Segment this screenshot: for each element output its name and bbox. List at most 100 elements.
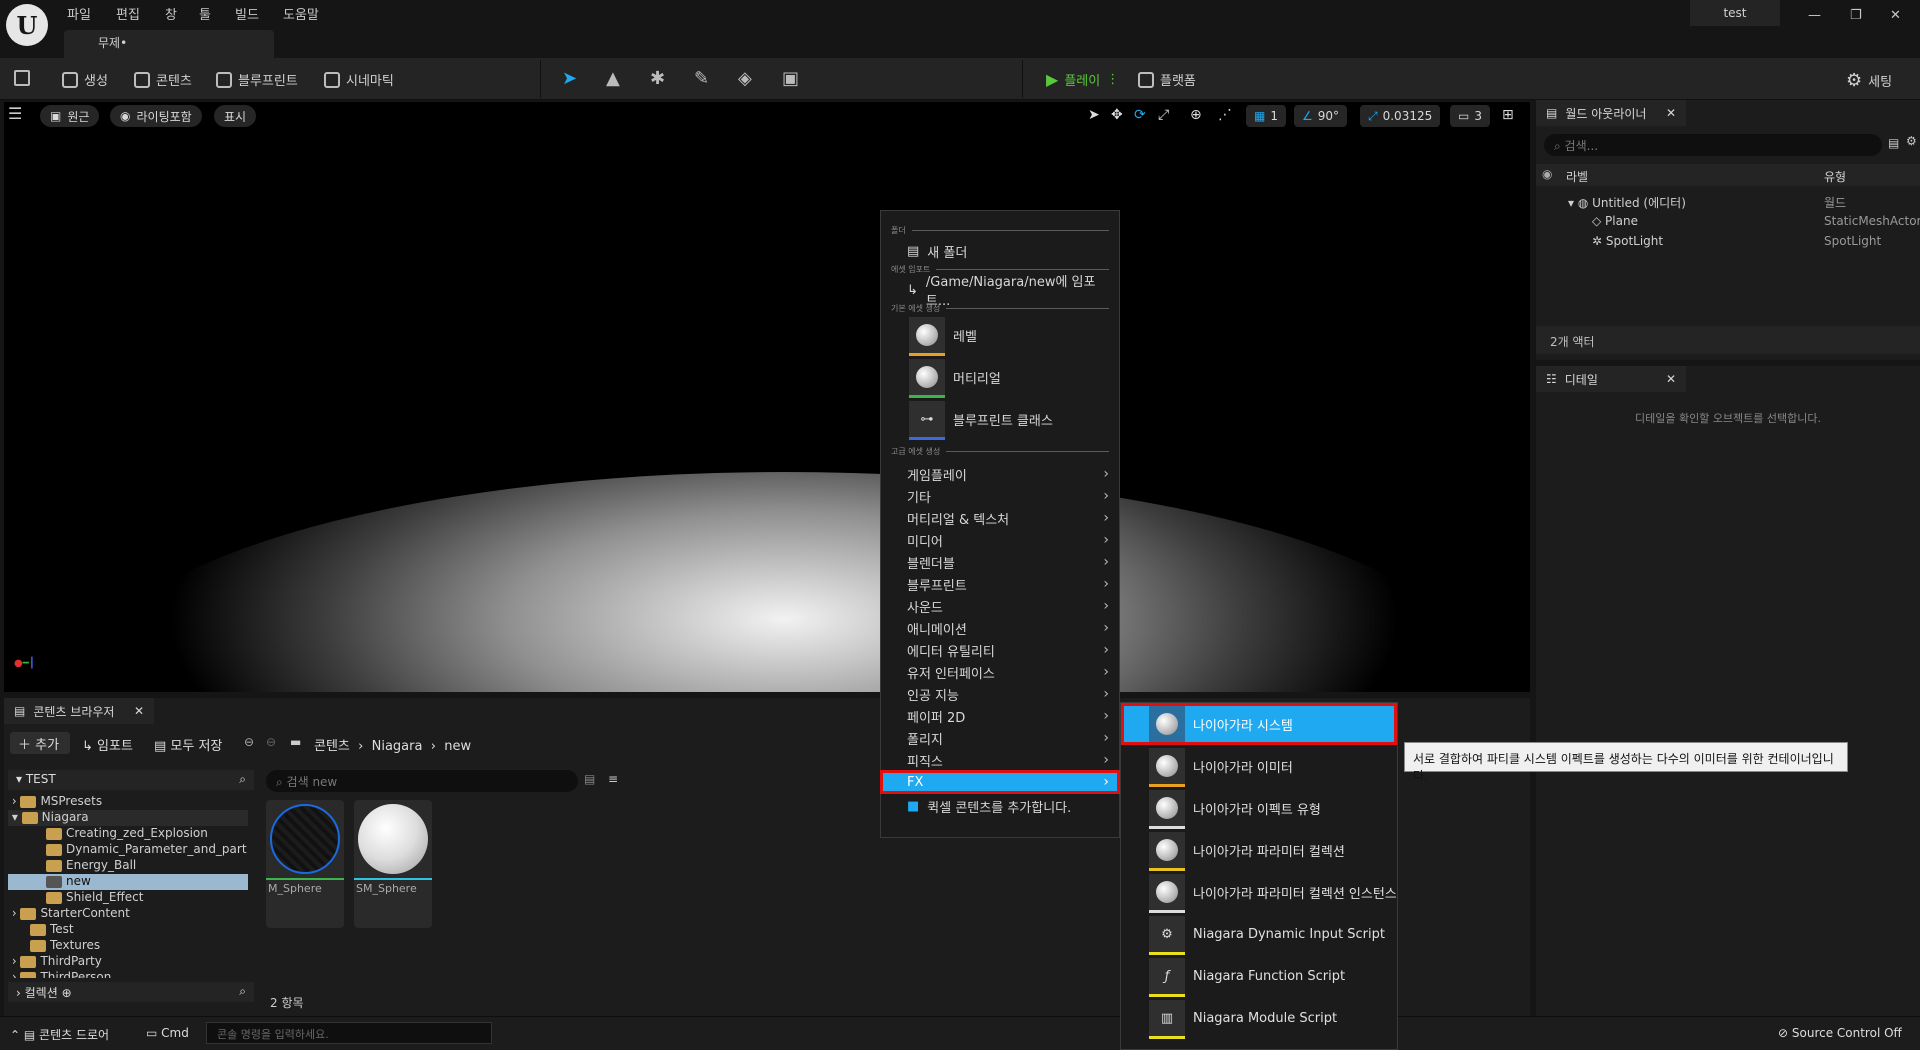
tree-item[interactable]: › ThirdPerson <box>8 970 248 978</box>
world-space-icon[interactable]: ⊕ <box>1190 107 1202 123</box>
layout-icon[interactable]: ⊞ <box>1502 107 1514 123</box>
create-button[interactable]: 생성 <box>62 70 108 89</box>
fracture-mode-icon[interactable]: ◈ <box>738 68 752 89</box>
tree-item[interactable]: ▾ Niagara <box>8 810 248 826</box>
select-mode-icon[interactable]: ➤ <box>562 68 577 89</box>
unreal-logo-icon[interactable]: U <box>6 4 48 46</box>
show-button[interactable]: 표시 <box>214 105 257 127</box>
save-icon[interactable] <box>14 70 30 86</box>
menu-import[interactable]: ↳/Game/Niagara/new에 임포트... <box>881 275 1119 309</box>
level-viewport[interactable]: ●━┃ <box>4 102 1530 692</box>
landscape-mode-icon[interactable]: ▲ <box>606 68 620 89</box>
menu-niagara-system[interactable]: 나이아가라 시스템 <box>1121 703 1397 745</box>
angle-snap-button[interactable]: ∠ 90° <box>1294 105 1348 127</box>
breadcrumb-niagara[interactable]: Niagara <box>372 739 423 754</box>
cmd-button[interactable]: ▭ Cmd <box>146 1026 189 1040</box>
filter-icon[interactable]: ≡ <box>608 772 618 786</box>
menu-category[interactable]: 유저 인터페이스 › <box>881 661 1119 683</box>
tab-content-browser[interactable]: ▤ 콘텐츠 브라우저 ✕ <box>4 698 154 724</box>
maximize-button[interactable]: ❐ <box>1850 8 1862 23</box>
grid-snap-button[interactable]: ▦ 1 <box>1246 105 1286 127</box>
rotate-tool-icon[interactable]: ⟳ <box>1134 107 1146 123</box>
menu-category[interactable]: 블렌더블 › <box>881 551 1119 573</box>
close-icon[interactable]: ✕ <box>1666 106 1676 120</box>
cinematic-button[interactable]: 시네마틱 <box>324 70 394 89</box>
menu-help[interactable]: 도움말 <box>283 4 319 23</box>
menu-niagara-param-collection-instance[interactable]: 나이아가라 파라미터 컬렉션 인스턴스 <box>1121 871 1397 913</box>
back-icon[interactable]: ⊖ <box>244 735 254 749</box>
tree-item[interactable]: Test <box>8 922 248 938</box>
surface-snap-icon[interactable]: ⋰ <box>1218 107 1232 123</box>
mesh-paint-icon[interactable]: ✎ <box>694 68 709 89</box>
menu-category[interactable]: 머티리얼 & 텍스처 › <box>881 507 1119 529</box>
outliner-row-world[interactable]: ▾ ◍ Untitled (에디터) <box>1568 194 1686 211</box>
close-icon[interactable]: ✕ <box>134 704 144 718</box>
console-input[interactable]: 콘솔 명령을 입력하세요. <box>206 1022 492 1044</box>
menu-niagara-emitter[interactable]: 나이아가라 이미터 <box>1121 745 1397 787</box>
outliner-row-spotlight[interactable]: ✲ SpotLight <box>1592 234 1663 248</box>
menu-tools[interactable]: 툴 <box>199 4 211 23</box>
modeling-mode-icon[interactable]: ▣ <box>782 68 799 89</box>
menu-category[interactable]: 페이퍼 2D › <box>881 705 1119 727</box>
menu-category[interactable]: 미디어 › <box>881 529 1119 551</box>
tree-item-selected[interactable]: new <box>8 874 248 890</box>
tree-item[interactable]: Creating_zed_Explosion <box>8 826 248 842</box>
menu-category[interactable]: 에디터 유틸리티 › <box>881 639 1119 661</box>
breadcrumb-content[interactable]: 콘텐츠 <box>314 739 350 754</box>
tree-item[interactable]: Dynamic_Parameter_and_part <box>8 842 248 858</box>
menu-niagara-function-script[interactable]: ƒ Niagara Function Script <box>1121 955 1397 997</box>
menu-category[interactable]: 애니메이션 › <box>881 617 1119 639</box>
menu-niagara-effect-type[interactable]: 나이아가라 이펙트 유형 <box>1121 787 1397 829</box>
scale-snap-button[interactable]: ⤢ 0.03125 <box>1360 105 1441 127</box>
menu-category[interactable]: 기타 › <box>881 485 1119 507</box>
asset-search-input[interactable]: ⌕ 검색 new <box>266 770 578 792</box>
menu-level[interactable]: 레벨 <box>881 314 1119 356</box>
tree-item[interactable]: Shield_Effect <box>8 890 248 906</box>
translate-tool-icon[interactable]: ✥ <box>1111 107 1123 123</box>
save-all-button[interactable]: ▤ 모두 저장 <box>154 735 222 754</box>
menu-quixel[interactable]: ■ 퀵셀 콘텐츠를 추가합니다. <box>881 795 1119 817</box>
source-control-button[interactable]: ⊘ Source Control Off <box>1778 1026 1902 1040</box>
level-tab[interactable]: 무제• <box>64 30 274 58</box>
column-type[interactable]: 유형 <box>1824 168 1846 185</box>
minimize-button[interactable]: — <box>1808 8 1821 23</box>
tree-item[interactable]: › StarterContent <box>8 906 248 922</box>
menu-edit[interactable]: 편집 <box>116 4 140 23</box>
forward-icon[interactable]: ⊖ <box>266 735 276 749</box>
close-icon[interactable]: ✕ <box>1666 372 1676 386</box>
hamburger-icon[interactable]: ☰ <box>8 104 22 123</box>
menu-category[interactable]: 블루프린트 › <box>881 573 1119 595</box>
add-button[interactable]: ＋ 추가 <box>10 732 70 754</box>
breadcrumb-new[interactable]: new <box>444 739 471 754</box>
content-drawer-button[interactable]: ⌃ ▤ 콘텐츠 드로어 <box>10 1026 109 1043</box>
menu-category[interactable]: 인공 지능 › <box>881 683 1119 705</box>
collections-header[interactable]: › 컬렉션 ⊕ ⌕ <box>8 982 254 1002</box>
eye-icon[interactable]: ◉ <box>1542 167 1552 181</box>
close-window-button[interactable]: ✕ <box>1890 8 1901 23</box>
menu-blueprint-class[interactable]: ⊶ 블루프린트 클래스 <box>881 398 1119 440</box>
menu-file[interactable]: 파일 <box>67 4 91 23</box>
menu-window[interactable]: 창 <box>165 4 177 23</box>
tab-outliner[interactable]: ▤ 월드 아웃라이너 ✕ <box>1536 100 1686 126</box>
tab-details[interactable]: ☷ 디테일 ✕ <box>1536 366 1686 392</box>
menu-material[interactable]: 머티리얼 <box>881 356 1119 398</box>
menu-category[interactable]: 사운드 › <box>881 595 1119 617</box>
menu-category-fx[interactable]: FX › <box>880 770 1120 794</box>
asset-tile[interactable]: SM_Sphere <box>354 800 432 928</box>
scale-tool-icon[interactable]: ⤢ <box>1158 107 1169 123</box>
gear-icon[interactable]: ⚙ <box>1906 134 1917 148</box>
menu-build[interactable]: 빌드 <box>235 4 259 23</box>
content-button[interactable]: 콘텐츠 <box>134 70 192 89</box>
menu-category[interactable]: 게임플레이 › <box>881 463 1119 485</box>
outliner-row-plane[interactable]: ◇ Plane <box>1592 214 1638 228</box>
tree-item[interactable]: Energy_Ball <box>8 858 248 874</box>
lighting-mode-button[interactable]: ◉ 라이팅포함 <box>110 105 202 127</box>
import-button[interactable]: ↳ 임포트 <box>82 735 133 754</box>
save-search-icon[interactable]: ▤ <box>584 772 595 786</box>
foliage-mode-icon[interactable]: ✱ <box>650 68 665 89</box>
select-tool-icon[interactable]: ➤ <box>1088 107 1100 123</box>
blueprint-button[interactable]: 블루프린트 <box>216 70 298 89</box>
play-button[interactable]: ▶ 플레이 ⋮ <box>1046 70 1119 89</box>
menu-niagara-dynamic-input[interactable]: ⚙ Niagara Dynamic Input Script <box>1121 913 1397 955</box>
outliner-search-input[interactable]: ⌕ 검색... <box>1544 134 1882 156</box>
